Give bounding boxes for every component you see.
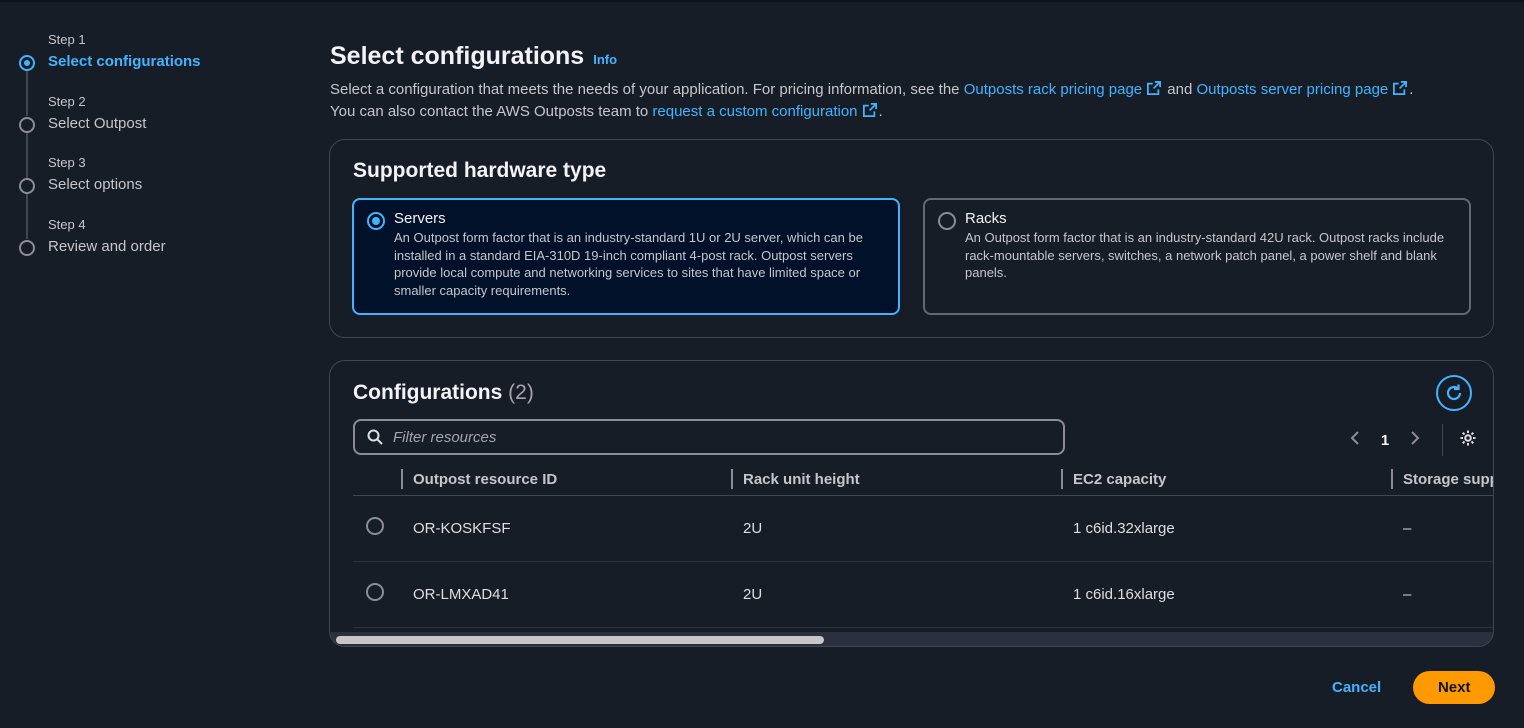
column-header[interactable]: EC2 capacity <box>1061 465 1393 496</box>
table-row[interactable]: OR-KOSKFSF 2U 1 c6id.32xlarge – <box>353 495 1493 562</box>
select-column-header <box>353 465 403 496</box>
cell-resource-id: OR-KOSKFSF <box>403 495 733 562</box>
cell-rack-height: 2U <box>733 495 1063 562</box>
external-link-icon <box>1147 81 1162 95</box>
column-header-label: Outpost resource ID <box>413 471 558 489</box>
current-page[interactable]: 1 <box>1370 432 1400 449</box>
server-pricing-link[interactable]: Outposts server pricing page <box>1197 81 1410 98</box>
racks-tile[interactable]: Racks An Outpost form factor that is an … <box>923 198 1471 315</box>
tile-label: Racks <box>965 210 1007 227</box>
preferences-button[interactable] <box>1453 429 1483 451</box>
step-number: Step 2 <box>48 93 86 109</box>
external-link-icon <box>1393 81 1408 95</box>
step-title: Select configurations <box>48 53 201 70</box>
rack-pricing-link-label: Outposts rack pricing page <box>963 81 1143 98</box>
cell-rack-height: 2U <box>733 561 1063 628</box>
cell-ec2-capacity: 1 c6id.16xlarge <box>1063 561 1393 628</box>
configurations-title-text: Configurations <box>353 381 503 404</box>
chevron-left-icon <box>1350 431 1359 445</box>
filter-box[interactable] <box>353 419 1065 455</box>
pager-divider <box>1442 424 1443 456</box>
row-radio[interactable] <box>366 583 384 601</box>
column-header-label: Rack unit height <box>743 471 860 489</box>
step-title: Select Outpost <box>48 114 147 132</box>
cancel-button[interactable]: Cancel <box>1320 671 1393 704</box>
form-actions: Cancel Next <box>1320 671 1496 704</box>
step-number: Step 4 <box>48 216 86 232</box>
chevron-right-icon <box>1411 431 1420 445</box>
tile-description: An Outpost form factor that is an indust… <box>965 230 1445 280</box>
cell-ec2-capacity: 1 c6id.32xlarge <box>1063 495 1393 562</box>
configurations-panel: Configurations (2) 1 Outpost resource ID… <box>329 360 1494 647</box>
step-indicator-icon <box>19 55 35 71</box>
step-indicator-icon <box>19 116 35 133</box>
rack-pricing-link[interactable]: Outposts rack pricing page <box>964 81 1163 98</box>
column-header[interactable]: Storage supp <box>1391 465 1494 496</box>
column-header[interactable]: Outpost resource ID <box>401 465 733 496</box>
step-title: Select options <box>48 176 143 193</box>
cell-storage: – <box>1393 495 1493 562</box>
step-4[interactable]: Step 4 Review and order <box>16 215 276 277</box>
servers-tile[interactable]: Servers An Outpost form factor that is a… <box>352 198 900 315</box>
column-divider <box>731 469 733 489</box>
custom-config-link-label: request a custom configuration <box>652 103 858 120</box>
table-header-row: Outpost resource ID Rack unit height EC2… <box>353 465 1494 496</box>
desc-text: You can also contact the AWS Outposts te… <box>330 103 653 120</box>
wizard-steps: Step 1 Select configurations Step 2 Sele… <box>16 30 276 276</box>
step-number: Step 1 <box>48 32 86 47</box>
column-header-label: Storage supp <box>1403 471 1494 489</box>
step-1[interactable]: Step 1 Select configurations <box>16 30 276 116</box>
refresh-icon <box>1446 384 1462 401</box>
table-row[interactable]: OR-LMXAD41 2U 1 c6id.16xlarge – <box>353 561 1493 628</box>
step-2[interactable]: Step 2 Select Outpost <box>16 92 276 178</box>
desc-text: . <box>878 103 883 120</box>
cell-resource-id: OR-LMXAD41 <box>403 561 733 628</box>
step-indicator-icon <box>19 239 35 256</box>
server-pricing-link-label: Outposts server pricing page <box>1196 81 1389 98</box>
prev-page-button[interactable] <box>1340 430 1370 450</box>
desc-text: . <box>1409 81 1414 98</box>
desc-text: Select a configuration that meets the ne… <box>330 81 964 98</box>
column-header-label: EC2 capacity <box>1073 471 1167 489</box>
column-divider <box>1391 469 1393 489</box>
row-select-cell <box>353 561 403 628</box>
scrollbar-thumb[interactable] <box>336 636 824 644</box>
step-3[interactable]: Step 3 Select options <box>16 153 276 239</box>
row-select-cell <box>353 495 403 562</box>
servers-radio[interactable] <box>367 212 385 230</box>
top-bar <box>0 0 1524 2</box>
search-icon <box>367 429 383 445</box>
page-header: Select configurations Info <box>330 42 617 71</box>
tile-label: Servers <box>394 210 446 227</box>
tile-description: An Outpost form factor that is an indust… <box>394 230 863 298</box>
column-header[interactable]: Rack unit height <box>731 465 1063 496</box>
racks-radio[interactable] <box>938 212 956 230</box>
step-indicator-icon <box>19 178 35 194</box>
info-link[interactable]: Info <box>593 52 617 67</box>
page-title: Select configurations <box>330 42 585 70</box>
next-page-button[interactable] <box>1400 430 1430 450</box>
step-title: Review and order <box>48 237 166 255</box>
page-description: Select a configuration that meets the ne… <box>330 79 1500 123</box>
refresh-button[interactable] <box>1436 375 1472 411</box>
custom-config-link[interactable]: request a custom configuration <box>652 103 878 120</box>
row-radio[interactable] <box>366 517 384 535</box>
hardware-type-title: Supported hardware type <box>353 159 607 182</box>
column-divider <box>1061 469 1063 489</box>
column-divider <box>401 469 403 489</box>
step-number: Step 3 <box>48 155 86 170</box>
filter-input[interactable] <box>393 428 1033 446</box>
cell-storage: – <box>1393 561 1493 628</box>
configurations-count: (2) <box>508 381 534 404</box>
next-button[interactable]: Next <box>1413 671 1496 704</box>
hardware-type-panel: Supported hardware type Servers An Outpo… <box>329 139 1494 338</box>
configurations-table: Outpost resource ID Rack unit height EC2… <box>353 465 1494 628</box>
external-link-icon <box>862 103 877 117</box>
configurations-title: Configurations (2) <box>353 381 534 405</box>
desc-text: and <box>1163 81 1197 98</box>
gear-icon <box>1460 430 1476 446</box>
pagination: 1 <box>1340 424 1483 456</box>
